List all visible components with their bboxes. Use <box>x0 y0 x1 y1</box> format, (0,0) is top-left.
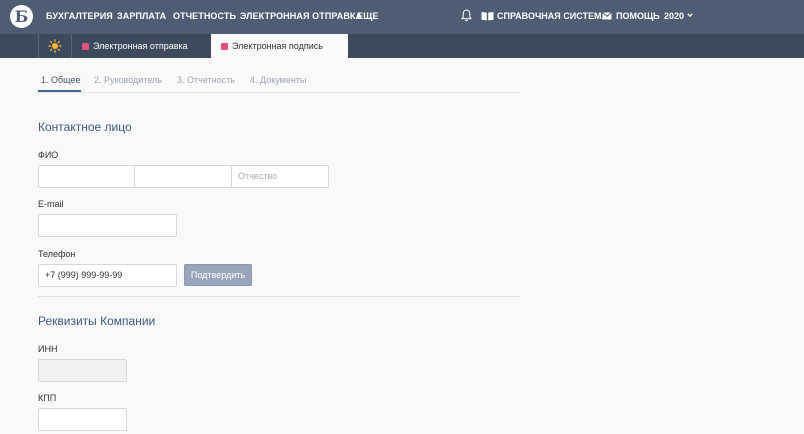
step-reporting[interactable]: 3. Отчетность <box>177 75 235 85</box>
fio-label: ФИО <box>38 150 59 160</box>
confirm-phone-button[interactable]: Подтвердить <box>184 264 252 286</box>
tab-marker <box>221 43 228 50</box>
email-label: E-mail <box>38 199 64 209</box>
open-tabs-bar: Электронная отправка Электронная подпись <box>0 34 804 58</box>
year-value: 2020 <box>664 11 685 21</box>
book-icon <box>481 12 494 21</box>
nav-item-reporting[interactable]: ОТЧЕТНОСТЬ <box>173 11 236 21</box>
section-divider <box>38 296 520 297</box>
step-general[interactable]: 1. Общее <box>41 75 80 85</box>
mail-icon <box>602 12 612 20</box>
tab-label: Электронная отправка <box>93 41 188 51</box>
kpp-label: КПП <box>38 393 57 403</box>
bell-icon[interactable] <box>461 9 472 22</box>
first-name-field[interactable] <box>134 165 232 188</box>
nav-item-electronic-sending[interactable]: ЭЛЕКТРОННАЯ ОТПРАВКА <box>240 11 362 21</box>
inn-field[interactable] <box>38 359 127 382</box>
kpp-field[interactable] <box>38 408 127 431</box>
nav-item-salary[interactable]: ЗАРПЛАТА <box>117 11 166 21</box>
phone-value: +7 (999) 999-99-99 <box>45 270 123 280</box>
patronymic-field[interactable]: Отчество <box>231 165 329 188</box>
phone-label: Телефон <box>38 249 76 259</box>
top-navigation-bar: Б БУХГАЛТЕРИЯ ЗАРПЛАТА ОТЧЕТНОСТЬ ЭЛЕКТР… <box>0 0 804 34</box>
app-logo[interactable]: Б <box>10 5 33 28</box>
sun-icon <box>48 39 62 53</box>
chevron-down-icon <box>687 13 693 18</box>
company-section-title: Реквизиты Компании <box>38 314 156 328</box>
active-step-indicator <box>38 90 81 92</box>
help-system-link[interactable]: СПРАВОЧНАЯ СИСТЕМА <box>497 11 608 21</box>
patronymic-placeholder: Отчество <box>238 171 278 181</box>
last-name-field[interactable] <box>38 165 135 188</box>
nav-item-more[interactable]: ЕЩЕ <box>357 11 378 21</box>
step-documents[interactable]: 4. Документы <box>250 75 306 85</box>
year-selector[interactable]: 2020 <box>664 11 693 21</box>
home-tab[interactable] <box>38 34 72 58</box>
phone-field[interactable]: +7 (999) 999-99-99 <box>38 264 177 287</box>
email-field[interactable] <box>38 214 177 237</box>
tab-label: Электронная подпись <box>232 41 323 51</box>
nav-item-accounting[interactable]: БУХГАЛТЕРИЯ <box>46 11 113 21</box>
help-link[interactable]: ПОМОЩЬ <box>616 11 660 21</box>
step-tabs: 1. Общее 2. Руководитель 3. Отчетность 4… <box>38 72 520 93</box>
tab-electronic-sending[interactable]: Электронная отправка <box>72 34 211 58</box>
inn-label: ИНН <box>38 344 58 354</box>
step-director[interactable]: 2. Руководитель <box>94 75 162 85</box>
contact-section-title: Контактное лицо <box>38 120 132 134</box>
tab-electronic-signature[interactable]: Электронная подпись <box>211 34 348 58</box>
tab-marker <box>82 43 89 50</box>
